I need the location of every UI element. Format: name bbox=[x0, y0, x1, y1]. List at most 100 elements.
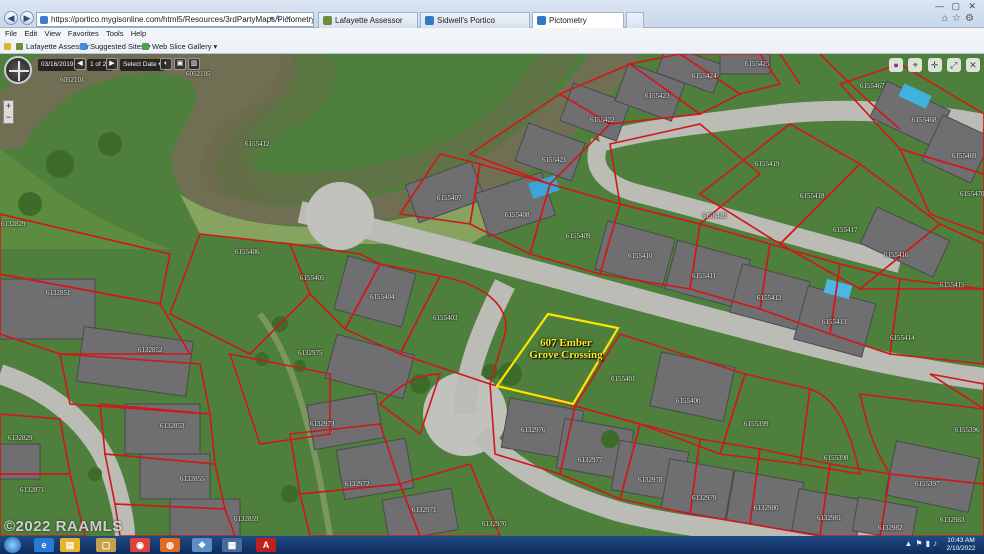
back-button[interactable]: ◀ bbox=[4, 11, 18, 25]
chrome-icon[interactable]: ◉ bbox=[130, 538, 150, 552]
window-icon[interactable]: ▦ bbox=[222, 538, 242, 552]
settings-tool-icon[interactable]: ✕ bbox=[966, 58, 980, 72]
parcel-id-label: 6155400 bbox=[676, 397, 701, 405]
app-icon[interactable]: ❖ bbox=[192, 538, 212, 552]
parcel-id-label: 6132829 bbox=[1, 220, 26, 228]
new-tab-button[interactable] bbox=[626, 12, 644, 28]
assessor-tab-icon bbox=[323, 16, 332, 25]
cul-de-sac-north bbox=[306, 182, 374, 250]
compass-navigation-icon[interactable] bbox=[4, 56, 32, 84]
parcel-id-label: 6155412 bbox=[245, 140, 270, 148]
folder-icon[interactable]: ▢ bbox=[96, 538, 116, 552]
menu-view[interactable]: View bbox=[45, 28, 61, 40]
parcel-id-label: 6155410 bbox=[628, 252, 653, 260]
clock-time: 10:43 AM bbox=[947, 537, 975, 544]
parcel-id-label: 6155425 bbox=[745, 60, 770, 68]
parcel-id-label: 6155415 bbox=[940, 281, 965, 289]
web-slice-icon bbox=[142, 43, 149, 50]
parcel-id-label: 6132980 bbox=[754, 504, 779, 512]
parcel-id-label: 6155420 bbox=[702, 212, 727, 220]
zoom-out-icon[interactable]: − bbox=[4, 112, 13, 123]
clock[interactable]: 10:43 AM 2/10/2022 bbox=[942, 537, 980, 553]
parcel-id-label: 6155417 bbox=[833, 226, 858, 234]
portico-tab-icon bbox=[425, 16, 434, 25]
parcel-id-label: 6132976 bbox=[521, 426, 546, 434]
parcel-id-label: 6155468 bbox=[912, 116, 937, 124]
parcel-id-label: 6155407 bbox=[437, 194, 462, 202]
favorites-bar: Lafayette Assessor Suggested Sites ▾ Web… bbox=[0, 40, 984, 54]
favorites-star-icon[interactable] bbox=[4, 40, 14, 53]
clock-date: 2/10/2022 bbox=[946, 545, 976, 552]
pictometry-tab-icon bbox=[537, 16, 546, 25]
image-mode-button-2[interactable]: ▣ bbox=[174, 58, 186, 70]
parcel-id-label: 6155469 bbox=[952, 152, 977, 160]
parcel-id-label: 6132971 bbox=[412, 506, 437, 514]
aerial-map[interactable]: 6052101 6052105 6155412 6155406 6155405 61554… bbox=[0, 54, 984, 536]
copyright-watermark: ©2022 RAAMLS bbox=[4, 518, 123, 535]
measure-tool-icon[interactable]: ⌖ bbox=[908, 58, 923, 72]
close-icon[interactable]: ✕ bbox=[968, 1, 976, 12]
parcel-id-label: 6155397 bbox=[915, 480, 940, 488]
menu-help[interactable]: Help bbox=[131, 28, 146, 40]
menu-bar: File Edit View Favorites Tools Help bbox=[0, 28, 984, 40]
browser-tool-icons[interactable]: ⌂☆⚙ bbox=[942, 13, 978, 24]
fav-web-slice-gallery[interactable]: Web Slice Gallery ▾ bbox=[142, 40, 217, 53]
parcel-id-label: 6155424 bbox=[692, 72, 717, 80]
menu-tools[interactable]: Tools bbox=[106, 28, 124, 40]
forward-button[interactable]: ▶ bbox=[20, 11, 34, 25]
previous-image-button[interactable]: ◀ bbox=[74, 58, 86, 70]
crosshair-tool-icon[interactable]: ✛ bbox=[927, 58, 942, 72]
tab-label: Lafayette Assessor bbox=[335, 16, 403, 25]
fav-suggested-sites[interactable]: Suggested Sites ▾ bbox=[80, 40, 150, 53]
parcel-id-label: 6132982 bbox=[878, 524, 903, 532]
image-mode-button-1[interactable]: ◐ bbox=[160, 58, 172, 70]
tab-lafayette-assessor[interactable]: Lafayette Assessor bbox=[318, 12, 418, 28]
zoom-control[interactable]: + − bbox=[3, 100, 14, 124]
parcel-id-label: 6155423 bbox=[645, 92, 670, 100]
select-date-dropdown[interactable]: Select Date ▾ bbox=[120, 59, 165, 71]
subject-address-line2: Grove Crossing bbox=[529, 349, 603, 361]
parcel-id-label: 6132981 bbox=[817, 514, 842, 522]
tab-sidwells-portico[interactable]: Sidwell's Portico bbox=[420, 12, 530, 28]
parcel-id-label: 6155414 bbox=[890, 334, 915, 342]
parcel-id-label: 6155418 bbox=[800, 192, 825, 200]
file-explorer-icon[interactable]: ▤ bbox=[60, 538, 80, 552]
fullscreen-tool-icon[interactable]: ⤢ bbox=[946, 58, 961, 72]
parcel-id-label: 6132973 bbox=[310, 420, 335, 428]
parcel-id-label: 6132852 bbox=[138, 346, 163, 354]
system-tray-icons[interactable]: ▲⚑▮♪ bbox=[905, 539, 941, 548]
fav-lafayette-assessor[interactable]: Lafayette Assessor bbox=[16, 40, 89, 53]
pin-tool-icon[interactable]: ● bbox=[889, 58, 904, 72]
menu-favorites[interactable]: Favorites bbox=[68, 28, 99, 40]
image-mode-button-3[interactable]: ▥ bbox=[188, 58, 200, 70]
parcel-id-label: 6132829 bbox=[8, 434, 33, 442]
parcel-id-label: 6132983 bbox=[940, 516, 965, 524]
browser-title-bar: ◀ ▶ https://portico.mygisonline.com/html… bbox=[0, 0, 984, 28]
screen: ◀ ▶ https://portico.mygisonline.com/html… bbox=[0, 0, 984, 554]
parcel-id-label: 6155416 bbox=[884, 251, 909, 259]
tab-pictometry[interactable]: Pictometry bbox=[532, 12, 624, 28]
firefox-icon[interactable]: ◍ bbox=[160, 538, 180, 552]
next-image-button[interactable]: ▶ bbox=[106, 58, 118, 70]
parcel-id-label: 6132853 bbox=[160, 422, 185, 430]
maximize-icon[interactable]: ▢ bbox=[951, 1, 960, 12]
parcel-id-label: 6155422 bbox=[590, 116, 615, 124]
parcel-id-label: 6132979 bbox=[692, 494, 717, 502]
parcel-id-label: 6132871 bbox=[20, 486, 45, 494]
address-actions[interactable]: ▾ ↻ ✕ bbox=[270, 12, 292, 27]
windows-taskbar: e ▤ ▢ ◉ ◍ ❖ ▦ A ▲⚑▮♪ 10:43 AM 2/10/2022 bbox=[0, 536, 984, 554]
menu-edit[interactable]: Edit bbox=[24, 28, 37, 40]
parcel-id-label: 6132972 bbox=[345, 480, 370, 488]
ie-icon[interactable]: e bbox=[34, 538, 54, 552]
start-button[interactable] bbox=[4, 537, 21, 553]
parcel-id-label: 6155419 bbox=[755, 160, 780, 168]
parcel-id-label: 6155412 bbox=[757, 294, 782, 302]
acrobat-icon[interactable]: A bbox=[256, 538, 276, 552]
parcel-id-label: 6155413 bbox=[822, 318, 847, 326]
menu-file[interactable]: File bbox=[5, 28, 17, 40]
suggested-sites-icon bbox=[80, 43, 87, 50]
parcel-id-label: 6155411 bbox=[692, 272, 717, 280]
zoom-in-icon[interactable]: + bbox=[4, 101, 13, 112]
minimize-icon[interactable]: — bbox=[935, 1, 944, 11]
map-right-tools: ● ⌖ ✛ ⤢ ✕ bbox=[886, 58, 980, 72]
